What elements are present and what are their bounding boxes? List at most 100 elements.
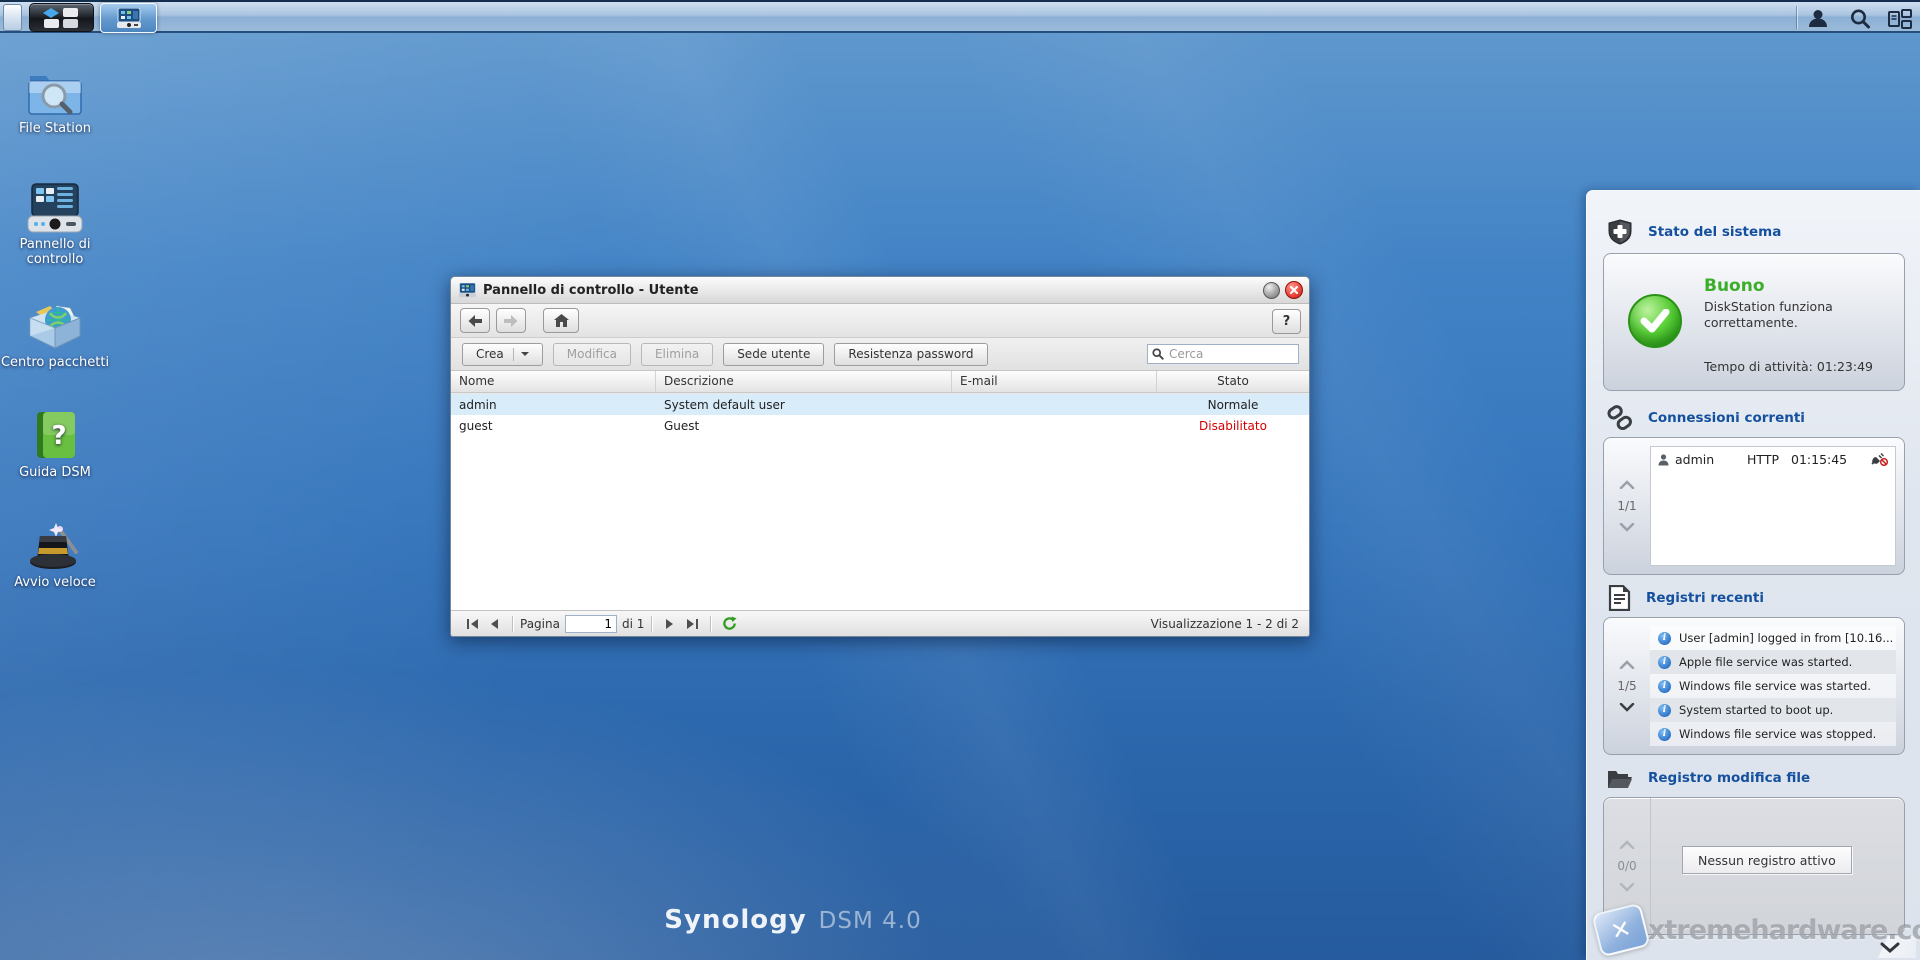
statusbar-separator: [512, 616, 513, 632]
cell-descrizione: Guest: [656, 419, 952, 433]
crea-button[interactable]: Crea: [462, 343, 543, 366]
global-search-button[interactable]: [1842, 7, 1878, 30]
elimina-label: Elimina: [655, 347, 699, 361]
cell-stato: Normale: [1157, 398, 1309, 412]
log-text: System started to boot up.: [1679, 703, 1833, 717]
desktop-icon-guida-dsm[interactable]: ? Guida DSM: [0, 404, 110, 481]
page-up-button[interactable]: [1619, 660, 1635, 669]
window-titlebar[interactable]: Pannello di controllo - Utente: [451, 277, 1309, 304]
page-down-button[interactable]: [1619, 523, 1635, 532]
page-number-input[interactable]: [565, 615, 617, 633]
info-icon: [1658, 656, 1671, 669]
user-icon: [1808, 9, 1828, 28]
resistenza-password-button[interactable]: Resistenza password: [834, 343, 987, 366]
taskbar-item-control-panel[interactable]: [100, 3, 157, 33]
table-row-admin[interactable]: admin System default user Normale: [451, 394, 1309, 415]
table-row-guest[interactable]: guest Guest Disabilitato: [451, 415, 1309, 436]
page-up-button[interactable]: [1619, 840, 1635, 849]
forward-arrow-icon: [504, 315, 518, 327]
resistenza-password-label: Resistenza password: [848, 347, 973, 361]
refresh-button[interactable]: [718, 615, 740, 633]
svg-text:?: ?: [51, 421, 66, 451]
desktop-icon-label: Pannello di controllo: [0, 238, 110, 268]
chevron-down-icon: [521, 352, 529, 356]
chevron-down-icon: [1880, 942, 1900, 953]
column-header-nome[interactable]: Nome: [451, 371, 656, 392]
open-folder-icon: [1607, 767, 1633, 789]
status-ok-icon: [1628, 294, 1682, 348]
page-up-button[interactable]: [1619, 480, 1635, 489]
table-search-box[interactable]: [1147, 344, 1299, 364]
modifica-button[interactable]: Modifica: [553, 343, 631, 366]
system-status-description: DiskStation funziona correttamente.: [1704, 299, 1892, 332]
uptime-text: Tempo di attività: 01:23:49: [1704, 359, 1873, 374]
forward-button[interactable]: [496, 308, 526, 333]
previous-page-button[interactable]: [483, 615, 505, 633]
close-icon: [1290, 286, 1298, 294]
connection-user: admin: [1675, 452, 1747, 467]
log-entry[interactable]: User [admin] logged in from [10.16...: [1650, 626, 1896, 650]
help-button[interactable]: ?: [1272, 309, 1301, 334]
user-icon: [1658, 454, 1669, 466]
table-header: Nome Descrizione E-mail Stato: [451, 371, 1309, 393]
close-button[interactable]: [1285, 281, 1303, 299]
column-header-email[interactable]: E-mail: [952, 371, 1157, 392]
control-panel-desktop-icon: [25, 176, 85, 234]
widget-title: Connessioni correnti: [1648, 410, 1805, 426]
elimina-button[interactable]: Elimina: [641, 343, 713, 366]
first-page-button[interactable]: [461, 615, 483, 633]
page-of-label: di 1: [622, 617, 644, 631]
recent-logs-header: Registri recenti: [1607, 585, 1902, 611]
cell-nome: admin: [451, 398, 656, 412]
column-header-stato[interactable]: Stato: [1157, 371, 1309, 392]
statusbar-separator: [710, 616, 711, 632]
crea-label: Crea: [476, 347, 504, 361]
logs-pager: 1/5: [1617, 679, 1636, 693]
user-menu-button[interactable]: [1800, 7, 1836, 30]
log-document-icon: [1607, 585, 1631, 611]
log-text: Apple file service was started.: [1679, 655, 1852, 669]
show-desktop-button[interactable]: [3, 4, 22, 31]
page-down-button[interactable]: [1619, 883, 1635, 892]
next-page-button[interactable]: [659, 615, 681, 633]
log-entry[interactable]: System started to boot up.: [1650, 698, 1896, 722]
column-header-descrizione[interactable]: Descrizione: [656, 371, 952, 392]
home-button[interactable]: [543, 308, 579, 333]
log-entry[interactable]: Windows file service was started.: [1650, 674, 1896, 698]
recent-logs-card: 1/5 User [admin] logged in from [10.16..…: [1603, 617, 1905, 755]
statusbar-separator: [651, 616, 652, 632]
desktop-icon-centro-pacchetti[interactable]: Centro pacchetti: [0, 294, 110, 371]
connection-row[interactable]: admin HTTP 01:15:45: [1651, 447, 1895, 470]
log-text: Windows file service was started.: [1679, 679, 1871, 693]
next-page-icon: [665, 618, 675, 630]
desktop-icon-label: Centro pacchetti: [0, 356, 110, 371]
info-icon: [1658, 728, 1671, 741]
connections-header: Connessioni correnti: [1607, 405, 1902, 431]
page-down-button[interactable]: [1619, 703, 1635, 712]
last-page-button[interactable]: [681, 615, 703, 633]
minimize-button[interactable]: [1263, 282, 1280, 299]
desktop-icon-label: File Station: [0, 122, 110, 137]
desktop-icon-file-station[interactable]: File Station: [0, 60, 110, 137]
log-entry[interactable]: Windows file service was stopped.: [1650, 722, 1896, 746]
pilot-view-button[interactable]: [1882, 7, 1918, 30]
window-title-icon: [459, 283, 476, 298]
search-icon: [1152, 348, 1164, 360]
desktop-icon-avvio-veloce[interactable]: Avvio veloce: [0, 514, 110, 591]
desktop-icon-pannello-di-controllo[interactable]: Pannello di controllo: [0, 176, 110, 268]
sede-utente-button[interactable]: Sede utente: [723, 343, 824, 366]
disconnect-button[interactable]: [1871, 453, 1888, 466]
modifica-label: Modifica: [567, 347, 617, 361]
back-button[interactable]: [460, 308, 490, 333]
connections-pager: 1/1: [1617, 499, 1636, 513]
search-input[interactable]: [1167, 346, 1294, 362]
log-list: User [admin] logged in from [10.16... Ap…: [1650, 626, 1896, 746]
file-change-log-card: 0/0 Nessun registro attivo: [1603, 797, 1905, 935]
panel-collapse-button[interactable]: [1864, 936, 1916, 958]
log-entry[interactable]: Apple file service was started.: [1650, 650, 1896, 674]
main-menu-button[interactable]: [29, 3, 94, 32]
file-log-pager: 0/0: [1617, 859, 1636, 873]
magic-hat-icon: [25, 514, 85, 572]
sede-utente-label: Sede utente: [737, 347, 810, 361]
system-status-header: Stato del sistema: [1607, 219, 1902, 245]
